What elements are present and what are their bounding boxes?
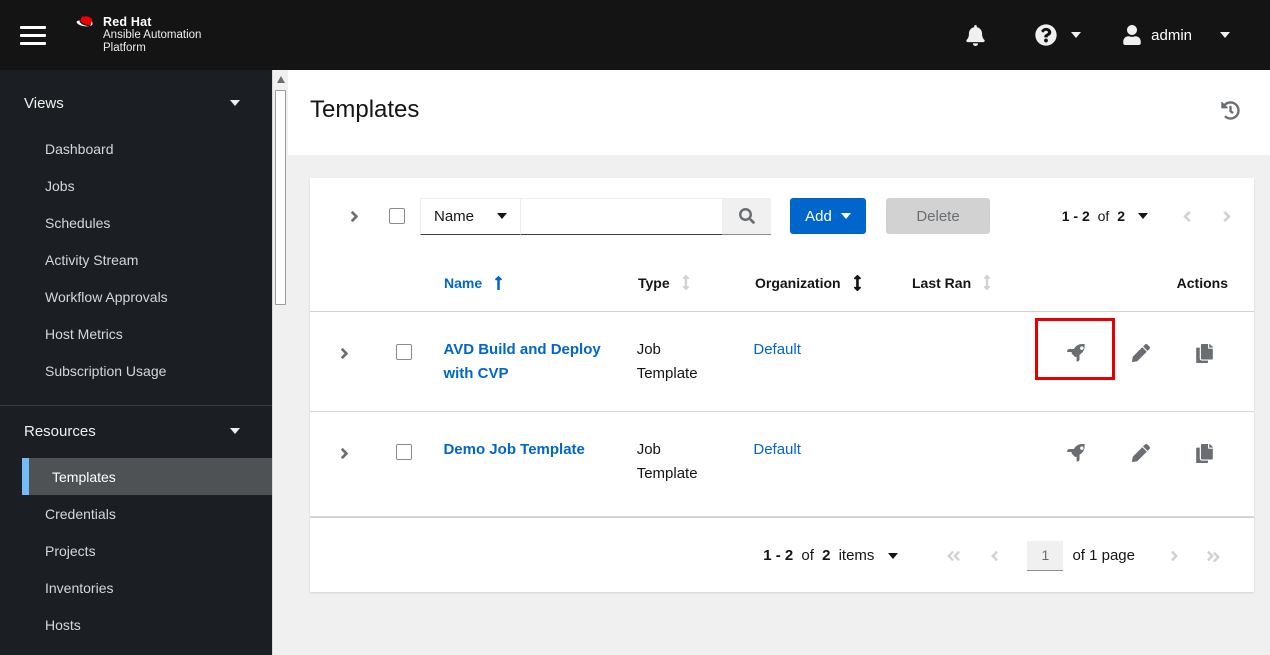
row-expand-chevron-icon[interactable] bbox=[331, 445, 359, 516]
history-icon[interactable] bbox=[1221, 101, 1240, 120]
brand-product-line1: Ansible Automation bbox=[103, 28, 202, 41]
copy-icon[interactable] bbox=[1187, 335, 1223, 371]
column-header-actions: Actions bbox=[1176, 274, 1228, 291]
table-row: Demo Job Template Job Template Default bbox=[310, 412, 1254, 517]
delete-button[interactable]: Delete bbox=[886, 198, 990, 234]
user-name[interactable]: admin bbox=[1151, 27, 1192, 44]
brand-logo: Red Hat Ansible Automation Platform bbox=[76, 15, 201, 56]
edit-pencil-icon[interactable] bbox=[1123, 335, 1159, 371]
table-row: AVD Build and Deploy with CVP Job Templa… bbox=[310, 312, 1254, 412]
launch-rocket-icon[interactable] bbox=[1059, 335, 1095, 371]
edit-pencil-icon[interactable] bbox=[1123, 435, 1159, 471]
organization-link[interactable]: Default bbox=[753, 341, 801, 358]
sort-ascending-icon bbox=[495, 275, 503, 290]
footer-pagination: 1 - 2 of 2 items of 1 page bbox=[310, 517, 1254, 593]
pagination-range: 1 - 2 bbox=[1061, 208, 1090, 224]
table-header-row: Name Type Organization Last Ran Actions bbox=[310, 254, 1254, 312]
sort-icon bbox=[682, 275, 689, 290]
filter-key-selected-value: Name bbox=[434, 207, 475, 225]
pagination-range: 1 - 2 bbox=[763, 547, 794, 564]
sidebar-item-workflow-approvals[interactable]: Workflow Approvals bbox=[0, 278, 272, 315]
notifications-bell-icon[interactable] bbox=[966, 24, 985, 46]
user-dropdown-caret-icon[interactable] bbox=[1220, 32, 1230, 38]
templates-list-card: Name Add Delete 1 - 2 of 2 Name Type Org… bbox=[310, 178, 1254, 592]
organization-link[interactable]: Default bbox=[753, 441, 801, 458]
next-page-icon[interactable] bbox=[1221, 208, 1233, 225]
pagination-total: 2 bbox=[822, 547, 831, 564]
select-caret-icon bbox=[497, 213, 507, 219]
help-icon[interactable] bbox=[1035, 24, 1057, 46]
launch-rocket-icon[interactable] bbox=[1059, 435, 1095, 471]
user-icon bbox=[1123, 25, 1141, 45]
per-page-caret-icon[interactable] bbox=[1138, 213, 1148, 219]
sidebar-section-resources[interactable]: Resources bbox=[0, 412, 272, 450]
next-page-icon[interactable] bbox=[1169, 548, 1180, 564]
sidebar-section-resources-label: Resources bbox=[24, 422, 96, 440]
sidebar-item-schedules[interactable]: Schedules bbox=[0, 204, 272, 241]
pagination-total: 2 bbox=[1117, 208, 1125, 224]
sidebar-section-views[interactable]: Views bbox=[0, 84, 272, 122]
help-dropdown-caret-icon[interactable] bbox=[1071, 32, 1082, 38]
column-header-last-ran[interactable]: Last Ran bbox=[912, 275, 991, 291]
select-all-checkbox[interactable] bbox=[389, 208, 405, 224]
template-type: Job Template bbox=[636, 441, 698, 482]
sidebar-section-views-label: Views bbox=[24, 94, 64, 112]
sidebar-item-activity-stream[interactable]: Activity Stream bbox=[0, 241, 272, 278]
brand-product-line2: Platform bbox=[103, 42, 146, 55]
last-page-icon[interactable] bbox=[1206, 548, 1221, 564]
column-header-name[interactable]: Name bbox=[444, 275, 503, 291]
redhat-fedora-icon bbox=[76, 15, 96, 31]
row-checkbox[interactable] bbox=[395, 444, 412, 460]
per-page-caret-icon[interactable] bbox=[888, 552, 899, 559]
sidebar-item-credentials[interactable]: Credentials bbox=[0, 495, 272, 532]
sidebar-item-dashboard[interactable]: Dashboard bbox=[0, 130, 272, 167]
sidebar-item-subscription-usage[interactable]: Subscription Usage bbox=[0, 352, 272, 389]
copy-icon[interactable] bbox=[1187, 435, 1223, 471]
sidebar-item-host-metrics[interactable]: Host Metrics bbox=[0, 315, 272, 352]
prev-page-icon[interactable] bbox=[1181, 208, 1193, 225]
sort-icon bbox=[853, 274, 861, 291]
nav-toggle-icon[interactable] bbox=[20, 25, 46, 45]
filter-key-select[interactable]: Name bbox=[420, 197, 521, 235]
sidebar-item-projects[interactable]: Projects bbox=[0, 532, 272, 569]
brand-name: Red Hat bbox=[103, 14, 152, 29]
search-icon bbox=[739, 207, 755, 224]
template-name-link[interactable]: Demo Job Template bbox=[443, 438, 614, 462]
search-button[interactable] bbox=[723, 197, 771, 235]
sidebar-scrollbar[interactable] bbox=[272, 70, 288, 655]
column-header-organization[interactable]: Organization bbox=[755, 274, 862, 291]
prev-page-icon[interactable] bbox=[989, 548, 1000, 564]
page-header: Templates bbox=[288, 70, 1270, 155]
sidebar-item-templates[interactable]: Templates bbox=[22, 458, 272, 495]
sidebar-nav: Views Dashboard Jobs Schedules Activity … bbox=[0, 70, 272, 655]
sidebar-item-jobs[interactable]: Jobs bbox=[0, 167, 272, 204]
toolbar-pagination: 1 - 2 of 2 bbox=[1060, 208, 1233, 225]
add-button[interactable]: Add bbox=[790, 198, 866, 234]
current-page-input[interactable] bbox=[1027, 540, 1064, 571]
template-type: Job Template bbox=[636, 341, 698, 382]
sort-icon bbox=[983, 275, 991, 290]
list-toolbar: Name Add Delete 1 - 2 of 2 bbox=[310, 178, 1254, 254]
chevron-down-icon bbox=[230, 100, 240, 106]
add-dropdown-caret-icon bbox=[840, 213, 851, 219]
masthead: Red Hat Ansible Automation Platform admi… bbox=[0, 0, 1270, 70]
column-header-type[interactable]: Type bbox=[638, 275, 690, 291]
search-input[interactable] bbox=[521, 197, 723, 235]
chevron-down-icon bbox=[230, 428, 240, 434]
scrollbar-thumb[interactable] bbox=[275, 90, 286, 305]
page-title: Templates bbox=[310, 96, 420, 123]
page-count-label: of 1 page bbox=[1072, 547, 1135, 564]
expand-all-chevron-icon[interactable] bbox=[340, 208, 368, 225]
row-checkbox[interactable] bbox=[395, 344, 412, 360]
sidebar-item-inventories[interactable]: Inventories bbox=[0, 569, 272, 606]
first-page-icon[interactable] bbox=[946, 548, 961, 564]
template-name-link[interactable]: AVD Build and Deploy with CVP bbox=[443, 338, 614, 386]
row-expand-chevron-icon[interactable] bbox=[331, 345, 359, 411]
sidebar-item-hosts[interactable]: Hosts bbox=[0, 606, 272, 643]
scrollbar-up-arrow-icon[interactable] bbox=[277, 76, 285, 83]
